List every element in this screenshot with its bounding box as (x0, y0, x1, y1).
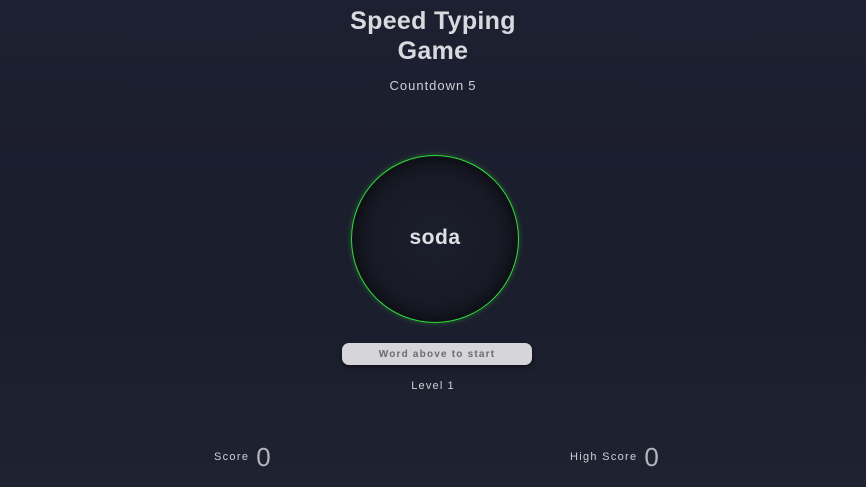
countdown-label: Countdown (389, 78, 465, 93)
level-indicator: Level 1 (0, 380, 866, 392)
level-value: 1 (447, 380, 455, 392)
word-input[interactable] (342, 343, 532, 365)
score-value: 0 (256, 441, 271, 472)
current-word: soda (409, 226, 461, 249)
countdown-value: 5 (468, 78, 477, 93)
high-score: High Score 0 (570, 442, 659, 472)
score-label: Score (214, 451, 250, 463)
game-title-line1: Speed Typing (350, 7, 516, 35)
score: Score 0 (214, 442, 271, 472)
game-title-line2: Game (397, 37, 469, 65)
level-label: Level (411, 380, 444, 392)
countdown: Countdown 5 (0, 78, 866, 93)
high-score-label: High Score (570, 451, 638, 463)
game-title: Speed Typing Game (0, 6, 866, 66)
high-score-value: 0 (644, 441, 659, 472)
